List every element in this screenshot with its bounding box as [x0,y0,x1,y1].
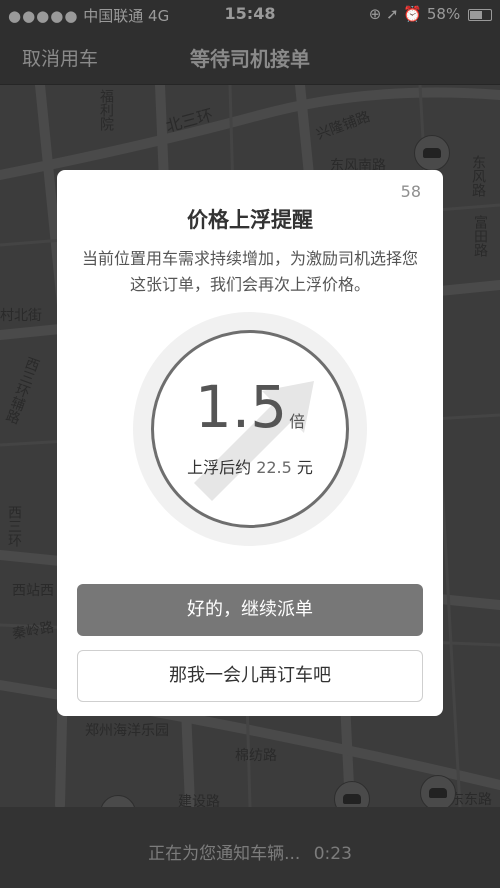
dialog-description: 当前位置用车需求持续增加，为激励司机选择您这张订单，我们会再次上浮价格。 [81,249,418,294]
map-label: 福利院 [98,89,114,131]
multiplier-ring: 1.5 倍 上浮后约 22.5 元 [133,312,367,546]
map-label: 西站西 [12,583,54,599]
map-label: 东东路 [450,792,492,807]
map-label: 东风路 [470,155,486,197]
continue-dispatch-button[interactable]: 好的，继续派单 [77,584,423,636]
car-icon [420,775,456,807]
price-surge-dialog: 58 价格上浮提醒 当前位置用车需求持续增加，为激励司机选择您这张订单，我们会再… [57,170,443,716]
map-label: 郑州海洋乐园 [85,723,169,739]
estimate-amount: 22.5 [256,458,292,477]
map-label: 富田路 [472,215,488,257]
multiplier-number: 1.5 [194,373,288,441]
battery-percent: 58% [426,5,461,23]
map-label: 村北街 [0,308,42,324]
multiplier-unit: 倍 [289,412,306,431]
page-title: 等待司机接单 [190,47,310,71]
map-label: 建设路 [178,794,220,807]
nav-bar: 取消用车 等待司机接单 [0,28,500,85]
status-right: ⊕ ➚ ⏰ 58% [369,5,492,23]
bottom-status-bar: 正在为您通知车辆... 0:23 [0,807,500,888]
countdown-seconds: 58 [400,182,421,201]
car-icon [414,135,450,171]
map-label: 棉纺路 [235,748,277,764]
estimated-price: 上浮后约 22.5 元 [154,454,346,478]
status-icons: ⊕ ➚ ⏰ [368,5,423,23]
battery-icon [468,8,492,21]
notify-text: 正在为您通知车辆... [148,844,301,864]
notify-message: 正在为您通知车辆... 0:23 [0,839,500,864]
estimate-unit: 元 [296,458,313,477]
status-bar: ●●●●● 中国联通 4G 15:48 ⊕ ➚ ⏰ 58% [0,0,500,28]
estimate-prefix: 上浮后约 [187,458,252,477]
multiplier-circle: 1.5 倍 上浮后约 22.5 元 [151,330,349,528]
wait-timer: 0:23 [313,844,352,864]
dialog-title: 价格上浮提醒 [187,208,313,232]
map-label: 西三环 [6,505,22,547]
book-later-button[interactable]: 那我一会儿再订车吧 [77,650,423,702]
multiplier-value: 1.5 倍 [154,373,346,441]
